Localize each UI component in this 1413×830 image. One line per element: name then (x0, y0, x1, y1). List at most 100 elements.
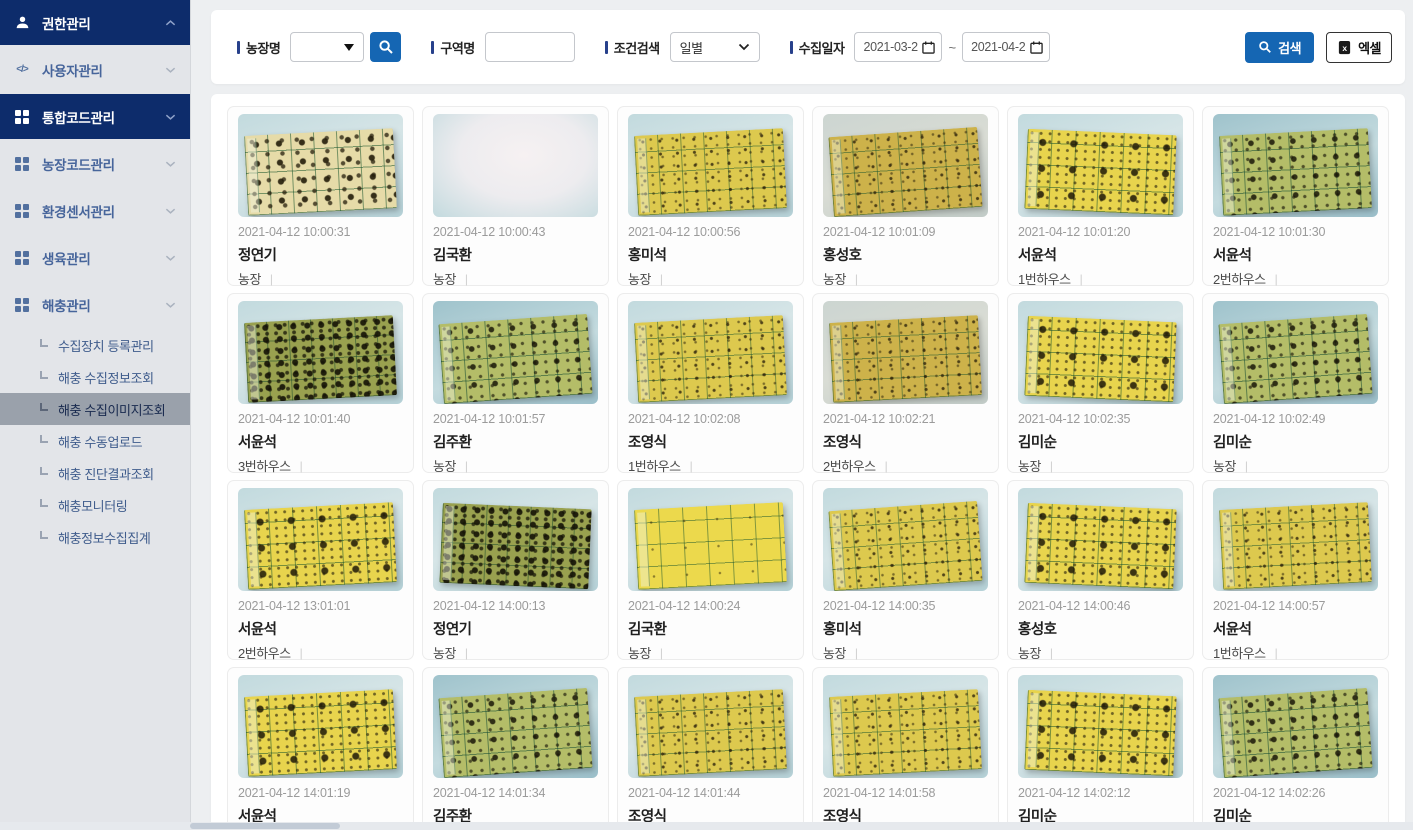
farmer-name: 김미순 (1213, 431, 1378, 452)
pest-image-card[interactable]: 2021-04-12 14:02:12 김미순 | (1008, 668, 1193, 830)
pest-image-card[interactable]: 2021-04-12 14:02:26 김미순 | (1203, 668, 1388, 830)
pest-image-card[interactable]: 2021-04-12 14:00:46 홍성호 농장 | (1008, 481, 1193, 659)
sidebar-item-growth-mgmt[interactable]: 생육관리 (0, 235, 190, 280)
trap-photo (1018, 114, 1183, 217)
location-row: 농장 | (433, 456, 598, 475)
submenu-item-pest-info-aggregate[interactable]: 해충정보수집집계 (0, 521, 190, 553)
submenu-item-pest-diagnosis-result[interactable]: 해충 진단결과조회 (0, 457, 190, 489)
trap-photo (823, 675, 988, 778)
farmer-name: 서윤석 (238, 431, 403, 452)
search-button[interactable]: 검색 (1245, 32, 1314, 63)
divider: | (1050, 646, 1053, 660)
sidebar-item-farm-code-mgmt[interactable]: 농장코드관리 (0, 141, 190, 186)
pest-image-card[interactable]: 2021-04-12 10:01:57 김주환 농장 | (423, 294, 608, 472)
image-results-panel: 2021-04-12 10:00:31 정연기 농장 | 2021-04-12 … (211, 94, 1405, 830)
submenu-item-pest-monitoring[interactable]: 해충모니터링 (0, 489, 190, 521)
pest-image-card[interactable]: 2021-04-12 13:01:01 서윤석 2번하우스 | (228, 481, 413, 659)
zone-name-input[interactable] (485, 32, 575, 62)
submenu-item-pest-manual-upload[interactable]: 해충 수동업로드 (0, 425, 190, 457)
capture-timestamp: 2021-04-12 14:02:26 (1213, 786, 1378, 800)
sticky-trap-image (244, 689, 397, 777)
location-row: 2번하우스 | (238, 643, 403, 662)
excel-icon: x (1337, 40, 1352, 55)
trap-photo (238, 675, 403, 778)
divider: | (690, 459, 693, 473)
pest-image-card[interactable]: 2021-04-12 10:01:09 홍성호 농장 | (813, 107, 998, 285)
trap-photo (823, 301, 988, 404)
grid-icon (14, 203, 30, 219)
location-row: 농장 | (823, 269, 988, 288)
sidebar-item-env-sensor-mgmt[interactable]: 환경센서관리 (0, 188, 190, 233)
pest-mgmt-submenu: 수집장치 등록관리 해충 수집정보조회 해충 수집이미지조회 해충 수동업로드 … (0, 329, 190, 553)
sidebar-item-permission-mgmt[interactable]: 권한관리 (0, 0, 190, 45)
collect-date-label: 수집일자 (790, 38, 845, 57)
chevron-up-icon (165, 19, 176, 27)
pest-image-card[interactable]: 2021-04-12 14:01:19 서윤석 | (228, 668, 413, 830)
branch-icon (40, 531, 48, 539)
capture-timestamp: 2021-04-12 10:02:35 (1018, 412, 1183, 426)
pest-image-card[interactable]: 2021-04-12 14:00:13 정연기 농장 | (423, 481, 608, 659)
pest-image-card[interactable]: 2021-04-12 10:00:56 홍미석 농장 | (618, 107, 803, 285)
farm-search-button[interactable] (370, 32, 401, 62)
location-row: 농장 | (628, 643, 793, 662)
condition-select[interactable]: 일별 (670, 32, 760, 62)
grid-icon (14, 297, 30, 313)
excel-button[interactable]: x 엑셀 (1326, 32, 1392, 63)
pest-image-card[interactable]: 2021-04-12 14:01:58 조영식 | (813, 668, 998, 830)
sticky-trap-image (829, 315, 982, 403)
pest-image-card[interactable]: 2021-04-12 10:02:08 조영식 1번하우스 | (618, 294, 803, 472)
label-marker (605, 41, 608, 54)
location-label: 1번하우스 (628, 456, 681, 475)
pest-image-card[interactable]: 2021-04-12 14:00:35 홍미석 농장 | (813, 481, 998, 659)
branch-icon (40, 371, 48, 379)
submenu-item-pest-info-search[interactable]: 해충 수집정보조회 (0, 361, 190, 393)
farmer-name: 홍미석 (823, 618, 988, 639)
sidebar-item-user-mgmt[interactable]: </> 사용자관리 (0, 47, 190, 92)
pest-image-card[interactable]: 2021-04-12 10:02:21 조영식 2번하우스 | (813, 294, 998, 472)
pest-image-card[interactable]: 2021-04-12 10:01:40 서윤석 3번하우스 | (228, 294, 413, 472)
pest-image-card[interactable]: 2021-04-12 10:01:20 서윤석 1번하우스 | (1008, 107, 1193, 285)
farm-name-select[interactable] (290, 32, 364, 62)
scrollbar-thumb[interactable] (190, 823, 340, 829)
submenu-item-pest-image-search[interactable]: 해충 수집이미지조회 (0, 393, 190, 425)
chevron-down-icon (165, 301, 176, 309)
trap-photo (628, 675, 793, 778)
farmer-name: 김미순 (1018, 431, 1183, 452)
location-row: 농장 | (433, 643, 598, 662)
chevron-down-icon (165, 207, 176, 215)
pest-image-card[interactable]: 2021-04-12 14:01:44 조영식 | (618, 668, 803, 830)
location-label: 농장 (238, 269, 261, 288)
farmer-name: 김국환 (433, 244, 598, 265)
pest-image-card[interactable]: 2021-04-12 10:00:31 정연기 농장 | (228, 107, 413, 285)
pest-image-card[interactable]: 2021-04-12 10:02:49 김미순 농장 | (1203, 294, 1388, 472)
divider: | (660, 272, 663, 286)
location-label: 농장 (628, 643, 651, 662)
location-label: 농장 (1213, 456, 1236, 475)
zone-name-label: 구역명 (431, 38, 474, 57)
sidebar-item-code-mgmt[interactable]: 통합코드관리 (0, 94, 190, 139)
date-to-input[interactable]: 2021-04-2 (962, 32, 1050, 62)
date-from-input[interactable]: 2021-03-2 (854, 32, 942, 62)
horizontal-scrollbar[interactable] (0, 822, 1413, 830)
sticky-trap-image (439, 687, 593, 778)
location-row: 2번하우스 | (1213, 269, 1378, 288)
sidebar-item-pest-mgmt[interactable]: 해충관리 (0, 282, 190, 327)
location-label: 1번하우스 (1018, 269, 1071, 288)
pest-image-card[interactable]: 2021-04-12 10:01:30 서윤석 2번하우스 | (1203, 107, 1388, 285)
pest-image-card[interactable]: 2021-04-12 10:00:43 김국환 농장 | (423, 107, 608, 285)
branch-icon (40, 499, 48, 507)
pest-image-card[interactable]: 2021-04-12 14:00:24 김국환 농장 | (618, 481, 803, 659)
pest-image-card[interactable]: 2021-04-12 14:01:34 김주환 | (423, 668, 608, 830)
submenu-item-device-register[interactable]: 수집장치 등록관리 (0, 329, 190, 361)
capture-timestamp: 2021-04-12 14:01:19 (238, 786, 403, 800)
sticky-trap-image (1025, 128, 1177, 215)
divider: | (1245, 459, 1248, 473)
capture-timestamp: 2021-04-12 10:01:30 (1213, 225, 1378, 239)
divider: | (465, 459, 468, 473)
card-grid: 2021-04-12 10:00:31 정연기 농장 | 2021-04-12 … (228, 107, 1388, 830)
capture-timestamp: 2021-04-12 14:00:57 (1213, 599, 1378, 613)
pest-image-card[interactable]: 2021-04-12 14:00:57 서윤석 1번하우스 | (1203, 481, 1388, 659)
pest-image-card[interactable]: 2021-04-12 10:02:35 김미순 농장 | (1008, 294, 1193, 472)
location-label: 2번하우스 (238, 643, 291, 662)
divider: | (855, 272, 858, 286)
